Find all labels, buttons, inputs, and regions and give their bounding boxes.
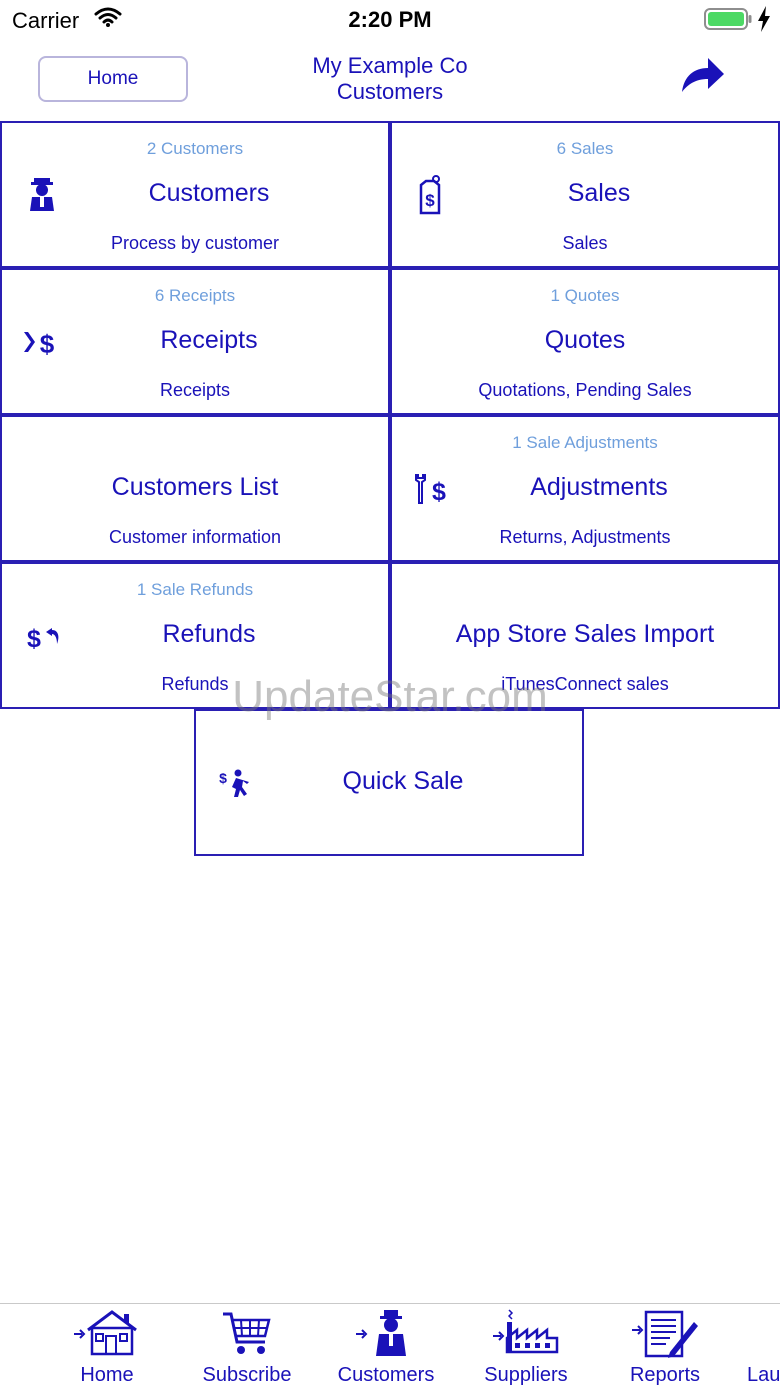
tab-suppliers[interactable]: Suppliers (456, 1304, 596, 1387)
tile-app-store-sales-import[interactable]: App Store Sales Import iTunesConnect sal… (390, 562, 780, 709)
tile-count: 6 Sales (556, 139, 614, 158)
tile-subtitle: Customer information (108, 527, 282, 547)
customer-icon (356, 1310, 406, 1356)
tab-label: Suppliers (484, 1364, 568, 1386)
cart-icon (223, 1312, 271, 1354)
tile-quotes[interactable]: 1 Quotes Quotes Quotations, Pending Sale… (390, 268, 780, 415)
tab-subscribe[interactable]: Subscribe (177, 1304, 317, 1387)
tile-subtitle: Sales (562, 233, 608, 253)
tab-customers[interactable]: Customers (316, 1304, 456, 1387)
tile-title: Customers (148, 179, 270, 207)
tile-count: 1 Quotes (550, 286, 620, 305)
tile-subtitle: Refunds (161, 674, 229, 694)
tile-subtitle: Receipts (159, 380, 231, 400)
tile-title: Adjustments (530, 473, 668, 501)
tab-bar: Home Subscribe Customers Suppliers Repor… (0, 1303, 780, 1387)
tile-sales[interactable]: 6 Sales $ Sales Sales (390, 121, 780, 268)
tile-title: Receipts (160, 326, 258, 354)
nav-bar: Home My Example Co Customers (0, 40, 780, 120)
tab-reports[interactable]: Reports (595, 1304, 735, 1387)
tab-label: Reports (629, 1364, 701, 1386)
tab-label: Customers (337, 1364, 435, 1386)
company-name: My Example Co (312, 53, 468, 78)
tile-title: Quotes (544, 326, 626, 354)
section-name: Customers (336, 79, 444, 104)
tile-refunds[interactable]: 1 Sale Refunds $ Refunds Refunds (0, 562, 390, 709)
factory-icon (493, 1309, 559, 1354)
tile-count: 1 Sale Adjustments (512, 433, 658, 452)
tile-title: Quick Sale (342, 767, 464, 795)
tile-subtitle: iTunesConnect sales (501, 674, 669, 694)
tile-title: Sales (567, 179, 631, 207)
tile-title: Refunds (162, 620, 256, 648)
tile-title: Customers List (111, 473, 279, 501)
tile-receipts[interactable]: 6 Receipts $ Receipts Receipts (0, 268, 390, 415)
house-icon (74, 1310, 137, 1356)
tab-label: Home (80, 1364, 134, 1386)
tile-quick-sale[interactable]: $ Quick Sale (194, 709, 584, 856)
status-time: 2:20 PM (348, 7, 432, 32)
tab-launch[interactable]: Lau (735, 1304, 780, 1387)
tile-count: 6 Receipts (154, 286, 236, 305)
tab-home[interactable]: Home (37, 1304, 177, 1387)
tile-subtitle: Quotations, Pending Sales (478, 380, 692, 400)
tile-title: App Store Sales Import (455, 620, 715, 648)
share-arrow-icon[interactable] (678, 54, 728, 98)
tile-subtitle: Returns, Adjustments (499, 527, 671, 547)
tile-adjustments[interactable]: 1 Sale Adjustments $ Adjustments Returns… (390, 415, 780, 562)
tile-customers[interactable]: 2 Customers Customers Process by custome… (0, 121, 390, 268)
page-title: My Example Co Customers (200, 53, 580, 105)
tab-label: Lau (747, 1364, 780, 1386)
status-bar: Carrier 2:20 PM (0, 0, 780, 40)
tile-count: 2 Customers (146, 139, 244, 158)
tile-subtitle: Process by customer (110, 233, 280, 253)
tab-label: Subscribe (202, 1364, 292, 1386)
charging-bolt-icon (758, 6, 770, 32)
report-icon (632, 1310, 698, 1358)
battery-icon (704, 8, 752, 30)
home-button[interactable]: Home (38, 56, 188, 102)
tile-count: 1 Sale Refunds (136, 580, 254, 599)
tile-customers-list[interactable]: Customers List Customer information (0, 415, 390, 562)
